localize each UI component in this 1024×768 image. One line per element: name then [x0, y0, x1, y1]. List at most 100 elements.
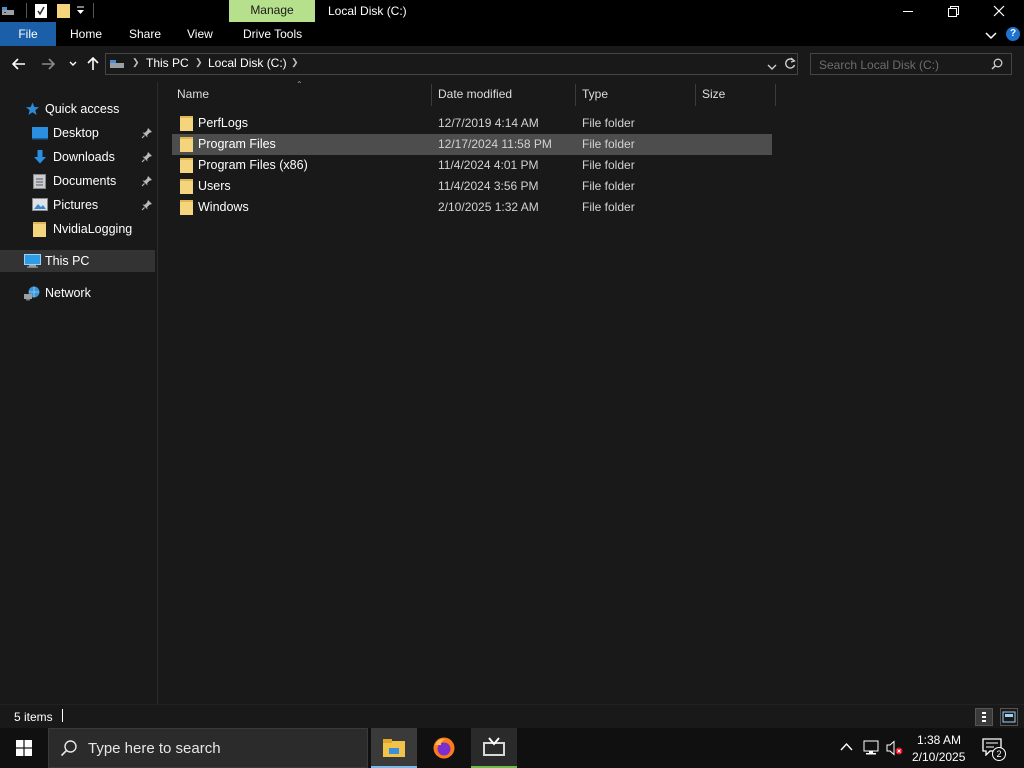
app-icon	[483, 737, 505, 756]
file-date: 12/7/2019 4:14 AM	[438, 116, 539, 130]
tab-home[interactable]: Home	[70, 22, 102, 46]
pictures-icon	[32, 198, 48, 212]
downloads-icon	[33, 150, 48, 164]
nav-label: Pictures	[53, 198, 99, 212]
network-tray-icon[interactable]	[862, 740, 880, 756]
nav-label: NvidiaLogging	[53, 222, 133, 236]
taskbar-firefox[interactable]	[421, 728, 467, 768]
column-divider[interactable]	[695, 84, 696, 106]
forward-button[interactable]	[38, 54, 58, 74]
search-input[interactable]	[819, 57, 989, 72]
file-type: File folder	[582, 116, 635, 130]
file-row-users[interactable]: Users 11/4/2024 3:56 PM File folder	[172, 176, 772, 197]
forward-arrow-icon	[42, 58, 55, 70]
nav-item-nvidialogging[interactable]: NvidiaLogging	[0, 218, 155, 240]
tab-manage[interactable]: Manage	[229, 0, 315, 22]
file-row-program-files[interactable]: Program Files 12/17/2024 11:58 PM File f…	[172, 134, 772, 155]
nav-label: Documents	[53, 174, 117, 188]
search-icon	[60, 740, 77, 757]
refresh-button[interactable]	[784, 57, 796, 73]
folder-icon	[180, 158, 194, 173]
chevron-right-icon[interactable]: ❯	[132, 57, 140, 68]
chevron-up-icon[interactable]	[840, 742, 853, 752]
tab-view[interactable]: View	[187, 22, 213, 46]
firefox-icon	[433, 737, 455, 759]
up-button[interactable]	[83, 54, 103, 74]
folder-icon	[180, 116, 194, 131]
file-row-perflogs[interactable]: PerfLogs 12/7/2019 4:14 AM File folder	[172, 113, 772, 134]
chevron-right-icon[interactable]: ❯	[291, 57, 299, 68]
taskbar-file-explorer[interactable]	[371, 728, 417, 768]
nav-item-documents[interactable]: Documents	[0, 170, 155, 192]
documents-icon	[33, 174, 48, 189]
nav-label: Quick access	[45, 102, 120, 116]
minimize-button[interactable]	[885, 0, 931, 22]
properties-icon[interactable]	[35, 4, 47, 21]
breadcrumb-local-disk[interactable]: Local Disk (C:)	[208, 56, 287, 70]
taskbar-search-text[interactable]: Type here to search	[88, 740, 221, 757]
tab-file[interactable]: File	[0, 22, 56, 46]
column-divider[interactable]	[775, 84, 776, 106]
recent-locations-button[interactable]	[63, 54, 83, 74]
file-name: Program Files	[198, 137, 276, 151]
tab-share[interactable]: Share	[129, 22, 161, 46]
refresh-icon	[785, 57, 796, 69]
back-button[interactable]	[9, 54, 29, 74]
file-date: 2/10/2025 1:32 AM	[438, 200, 539, 214]
drive-icon[interactable]	[1, 5, 15, 20]
minimize-icon	[902, 10, 913, 12]
nav-item-pictures[interactable]: Pictures	[0, 194, 155, 216]
search-icon[interactable]	[991, 58, 1003, 73]
volume-muted-icon[interactable]	[886, 740, 904, 756]
taskbar-app[interactable]	[471, 728, 517, 768]
column-divider[interactable]	[431, 84, 432, 106]
computer-icon	[24, 254, 41, 268]
column-header-size[interactable]: Size	[702, 87, 725, 101]
windows-logo-icon	[16, 740, 32, 756]
window-title: Local Disk (C:)	[328, 4, 407, 18]
file-row-windows[interactable]: Windows 2/10/2025 1:32 AM File folder	[172, 197, 772, 218]
folder-icon	[180, 137, 194, 152]
expand-ribbon-button[interactable]	[985, 29, 997, 43]
new-folder-icon[interactable]	[57, 4, 70, 21]
search-box[interactable]	[810, 53, 1012, 75]
nav-label: Desktop	[53, 126, 99, 140]
nav-item-desktop[interactable]: Desktop	[0, 122, 155, 144]
up-arrow-icon	[87, 57, 99, 70]
column-header-date-modified[interactable]: Date modified	[438, 87, 512, 101]
file-name: Program Files (x86)	[198, 158, 308, 172]
start-button[interactable]	[0, 728, 48, 768]
nav-this-pc[interactable]: This PC	[0, 250, 155, 272]
column-header-type[interactable]: Type	[582, 87, 608, 101]
toolbar-divider	[26, 3, 27, 18]
address-dropdown-button[interactable]	[767, 60, 777, 74]
clock-time[interactable]: 1:38 AM	[917, 733, 961, 747]
nav-network[interactable]: Network	[0, 282, 155, 304]
details-view-icon	[982, 712, 986, 722]
column-divider[interactable]	[575, 84, 576, 106]
tab-drive-tools[interactable]: Drive Tools	[243, 22, 302, 46]
breadcrumb-this-pc[interactable]: This PC	[146, 56, 189, 70]
column-header-name[interactable]: Name	[177, 87, 209, 101]
file-name: Windows	[198, 200, 249, 214]
customize-toolbar-icon[interactable]	[76, 6, 85, 17]
file-date: 11/4/2024 3:56 PM	[438, 179, 539, 193]
chevron-right-icon[interactable]: ❯	[195, 57, 203, 68]
details-view-button[interactable]	[975, 708, 993, 726]
file-row-program-files-x86[interactable]: Program Files (x86) 11/4/2024 4:01 PM Fi…	[172, 155, 772, 176]
nav-item-downloads[interactable]: Downloads	[0, 146, 155, 168]
help-icon[interactable]: ?	[1006, 27, 1020, 41]
folder-icon	[180, 179, 194, 194]
star-icon	[25, 102, 40, 116]
chevron-down-icon	[985, 32, 997, 40]
chevron-down-icon	[69, 61, 77, 66]
large-icons-view-button[interactable]	[1000, 708, 1018, 726]
maximize-button[interactable]	[930, 0, 976, 22]
pin-icon	[141, 199, 153, 211]
title-bar	[0, 0, 1024, 22]
nav-quick-access[interactable]: Quick access	[0, 98, 155, 120]
nav-label: Downloads	[53, 150, 115, 164]
notification-center-button[interactable]: 2	[978, 734, 1008, 762]
close-button[interactable]	[976, 0, 1022, 22]
clock-date[interactable]: 2/10/2025	[912, 750, 965, 764]
